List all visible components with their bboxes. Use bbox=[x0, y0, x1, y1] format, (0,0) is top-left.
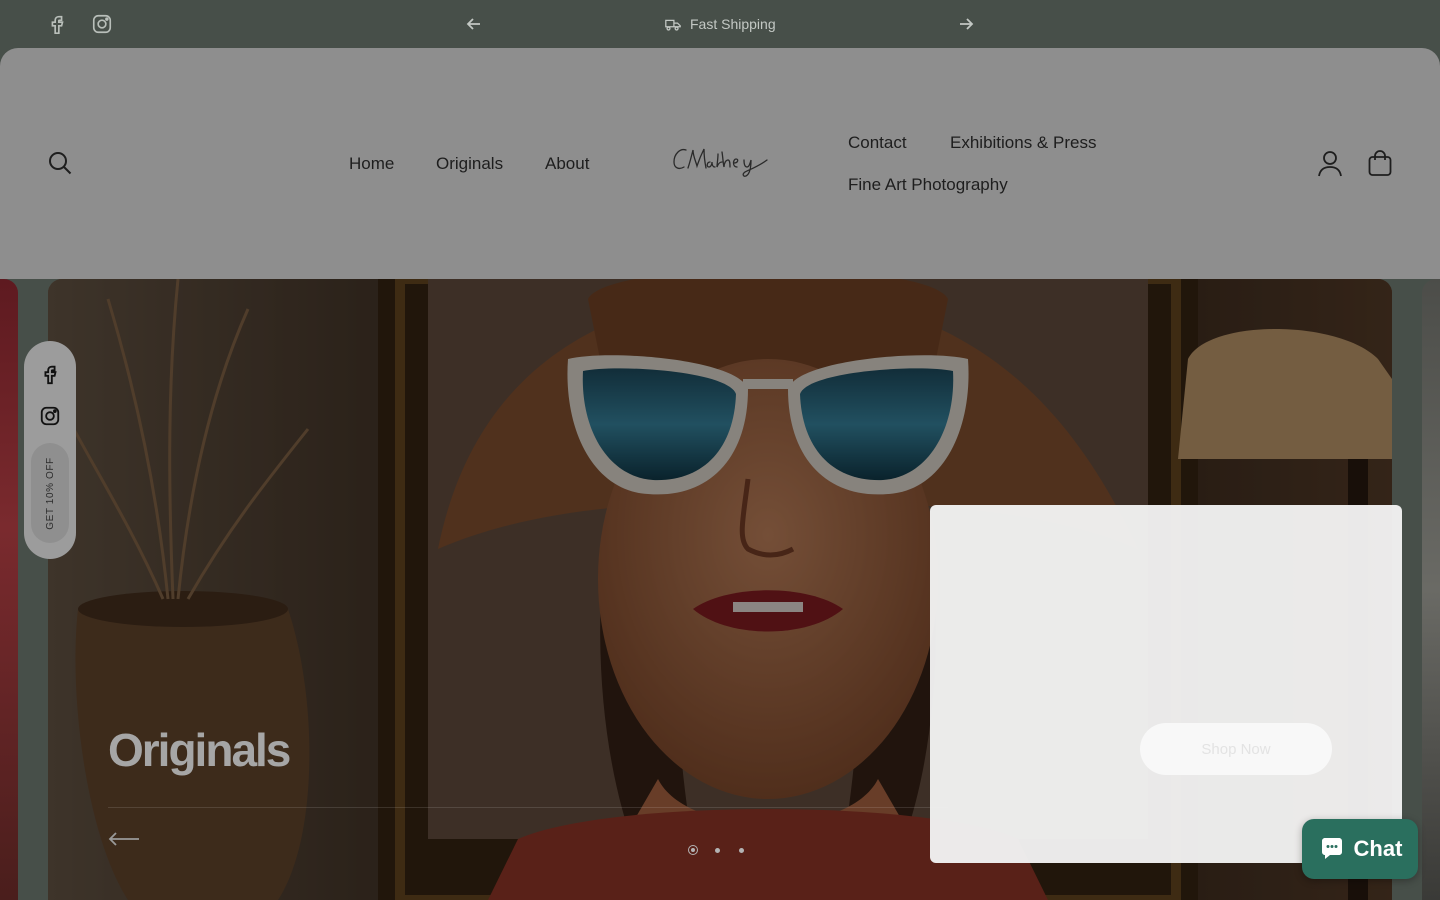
chat-button[interactable]: Chat bbox=[1302, 819, 1418, 879]
slide-dot-1[interactable] bbox=[688, 845, 698, 855]
previous-slide-peek[interactable] bbox=[0, 279, 18, 900]
promo-popup: Shop Now bbox=[930, 505, 1402, 863]
search-icon[interactable] bbox=[47, 150, 73, 176]
announcement-text: Fast Shipping bbox=[690, 16, 776, 32]
hero-title[interactable]: Originals bbox=[108, 723, 291, 777]
facebook-icon[interactable] bbox=[46, 13, 68, 35]
slide-dot-3[interactable] bbox=[736, 845, 746, 855]
floating-social-rail: GET 10% OFF bbox=[24, 341, 76, 559]
nav-about[interactable]: About bbox=[545, 154, 589, 174]
discount-tab[interactable]: GET 10% OFF bbox=[31, 443, 69, 543]
nav-home[interactable]: Home bbox=[349, 154, 394, 174]
announcement-bar: Fast Shipping bbox=[0, 0, 1440, 48]
discount-tab-label: GET 10% OFF bbox=[44, 456, 56, 530]
nav-exhibitions-press[interactable]: Exhibitions & Press bbox=[950, 133, 1096, 153]
instagram-icon[interactable] bbox=[39, 405, 61, 427]
truck-icon bbox=[665, 19, 681, 31]
account-icon[interactable] bbox=[1317, 149, 1343, 177]
chat-label: Chat bbox=[1353, 836, 1403, 861]
nav-fine-art-photography[interactable]: Fine Art Photography bbox=[848, 175, 1008, 195]
facebook-icon[interactable] bbox=[39, 363, 61, 385]
nav-contact[interactable]: Contact bbox=[848, 133, 907, 153]
instagram-icon[interactable] bbox=[91, 13, 113, 35]
shop-now-button[interactable]: Shop Now bbox=[1140, 723, 1332, 775]
slide-pagination bbox=[688, 845, 746, 855]
arrow-left-icon[interactable] bbox=[464, 14, 484, 34]
arrow-left-icon[interactable] bbox=[108, 831, 140, 847]
slide-dot-2[interactable] bbox=[712, 845, 722, 855]
nav-originals[interactable]: Originals bbox=[436, 154, 503, 174]
chat-bubble-icon bbox=[1321, 838, 1342, 859]
arrow-right-icon[interactable] bbox=[956, 14, 976, 34]
next-slide-peek[interactable] bbox=[1422, 279, 1440, 900]
signature-logo[interactable] bbox=[668, 140, 772, 184]
hero-divider bbox=[108, 807, 948, 808]
site-header: Home Originals About Contact Exhibitions… bbox=[0, 48, 1440, 279]
cart-icon[interactable] bbox=[1367, 149, 1393, 177]
announcement-message: Fast Shipping bbox=[664, 15, 776, 33]
